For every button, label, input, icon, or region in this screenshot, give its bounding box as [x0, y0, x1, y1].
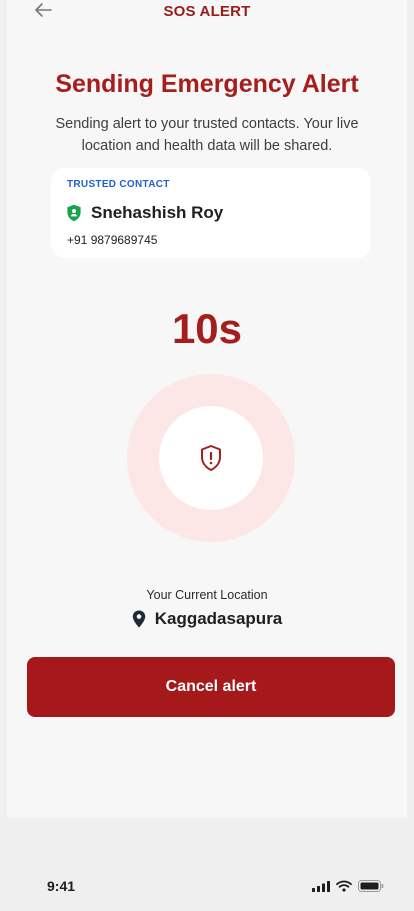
alert-subtitle: Sending alert to your trusted contacts. …	[55, 116, 359, 154]
cancel-alert-button[interactable]: Cancel alert	[27, 657, 395, 717]
shield-icon	[67, 204, 81, 222]
contact-name: Snehashish Roy	[91, 203, 224, 222]
status-bar: 9:41	[0, 870, 414, 900]
location-value: Kaggadasapura	[154, 609, 283, 628]
sos-screen: SOS ALERT Sending Emergency Alert Sendin…	[7, 0, 407, 818]
shield-alert-icon	[201, 445, 221, 471]
signal-icon	[312, 880, 330, 892]
trusted-contact-label: TRUSTED CONTACT	[67, 179, 170, 190]
battery-icon	[358, 880, 384, 892]
location-row: Kaggadasapura	[7, 609, 407, 629]
contact-name-row: Snehashish Roy	[66, 203, 223, 223]
alert-title: Sending Emergency Alert	[55, 70, 359, 98]
trusted-contact-card: TRUSTED CONTACT Snehashish Roy +91 98796…	[51, 168, 371, 258]
contact-phone: +91 9879689745	[67, 233, 158, 247]
system-icons	[312, 880, 384, 892]
countdown-timer: 10s	[171, 305, 243, 352]
header: SOS ALERT	[7, 0, 407, 22]
location-pin-icon	[132, 610, 145, 628]
location-label: Your Current Location	[146, 588, 268, 602]
ring-center	[159, 406, 263, 510]
page-title: SOS ALERT	[163, 3, 251, 20]
wifi-icon	[336, 880, 352, 892]
countdown-ring	[127, 374, 295, 542]
status-time: 9:41	[47, 878, 76, 894]
